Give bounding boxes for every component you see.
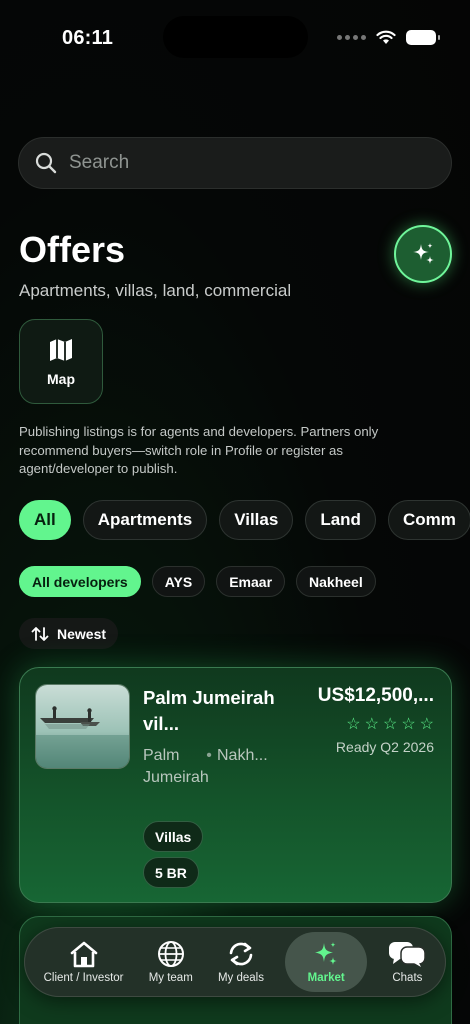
tab-chats[interactable]: Chats — [384, 932, 430, 992]
category-chip-land[interactable]: Land — [305, 500, 376, 540]
listing-area: Palm Jumeirah — [143, 747, 209, 786]
star-icon: ☆ — [364, 716, 379, 733]
search-icon — [35, 152, 57, 174]
map-button[interactable]: Map — [19, 319, 103, 404]
search-bar[interactable]: Search — [18, 137, 452, 189]
status-bar: 06:11 — [0, 0, 470, 80]
sparkle-icon — [315, 942, 338, 965]
chat-bubbles-icon — [389, 942, 427, 967]
listing-rating: ☆ ☆ ☆ ☆ ☆ — [346, 714, 434, 734]
status-icons — [337, 30, 440, 45]
star-icon: ☆ — [419, 716, 434, 733]
separator-dot: • — [206, 747, 212, 764]
listing-title: Palm Jumeirah vil... — [143, 687, 275, 734]
page-subtitle: Apartments, villas, land, commercial — [19, 281, 292, 300]
tab-label: My team — [148, 972, 193, 984]
cellular-signal-icon — [337, 35, 366, 40]
tab-label: Market — [307, 972, 345, 984]
category-chip-all[interactable]: All — [19, 500, 71, 540]
category-chip-commercial[interactable]: Comm — [387, 500, 470, 540]
dynamic-island — [163, 16, 308, 58]
developer-filter: All developers AYS Emaar Nakheel — [19, 566, 376, 597]
tab-label: Chats — [392, 972, 423, 984]
listing-tag-type: Villas — [143, 821, 204, 852]
developer-chip-ays[interactable]: AYS — [151, 566, 206, 597]
developer-chip-nakheel[interactable]: Nakheel — [296, 566, 376, 597]
tab-my-team[interactable]: My team — [145, 932, 197, 992]
listing-developer: Nakh... — [217, 747, 268, 764]
star-icon: ☆ — [401, 716, 416, 733]
star-icon: ☆ — [346, 716, 361, 733]
status-time: 06:11 — [62, 27, 114, 49]
sparkle-icon — [413, 243, 434, 264]
tab-label: Client / Investor — [43, 972, 124, 984]
tab-my-deals[interactable]: My deals — [214, 932, 268, 992]
category-filter: All Apartments Villas Land Comm — [19, 500, 470, 540]
category-chip-apartments[interactable]: Apartments — [82, 500, 208, 540]
wifi-icon — [376, 30, 396, 44]
developer-chip-emaar[interactable]: Emaar — [216, 566, 286, 597]
globe-icon — [157, 941, 184, 967]
map-button-label: Map — [47, 370, 75, 387]
publishing-notice: Publishing listings is for agents and de… — [19, 424, 379, 476]
developer-chip-all[interactable]: All developers — [19, 566, 141, 597]
tab-client-investor[interactable]: Client / Investor — [40, 932, 128, 992]
category-chip-villas[interactable]: Villas — [219, 500, 294, 540]
listing-thumbnail — [35, 684, 130, 769]
sort-button[interactable]: Newest — [19, 618, 119, 649]
tab-label: My deals — [217, 972, 264, 984]
sort-label: Newest — [57, 625, 107, 642]
battery-icon — [406, 30, 440, 45]
search-input[interactable]: Search — [69, 152, 129, 174]
home-icon — [70, 941, 97, 968]
sync-icon — [229, 942, 253, 966]
bottom-tab-bar: Client / Investor My team My deals Marke… — [24, 927, 446, 997]
listing-card[interactable]: Palm Jumeirah vil... US$12,500,... ☆ ☆ ☆… — [19, 667, 452, 903]
listing-location: Palm Jumeirah• Nakh... — [143, 745, 293, 789]
tab-market[interactable]: Market — [285, 932, 368, 992]
listing-tag-bedrooms: 5 BR — [143, 857, 199, 888]
ai-assistant-button[interactable] — [394, 225, 452, 283]
listing-price: US$12,500,... — [317, 685, 434, 706]
page-title: Offers — [19, 229, 126, 270]
sort-arrows-icon — [31, 626, 49, 641]
star-icon: ☆ — [382, 716, 398, 733]
listing-ready-date: Ready Q2 2026 — [335, 739, 434, 755]
map-icon — [50, 338, 72, 361]
